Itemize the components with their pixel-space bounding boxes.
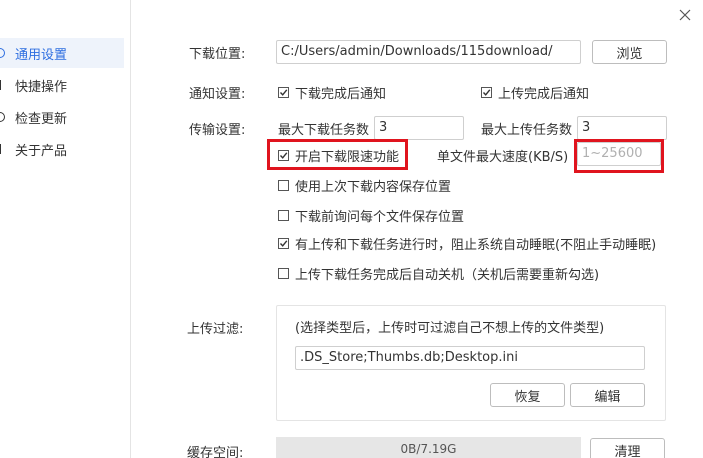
check-icon (279, 89, 288, 96)
auto-shutdown-option[interactable]: 上传下载任务完成后自动关机（关机后需要重新勾选) (278, 264, 599, 283)
upload-filter-label: 上传过滤: (187, 322, 244, 337)
sidebar-item-general[interactable]: 通用设置 (0, 38, 124, 68)
max-upload-label: 最大上传任务数 (481, 123, 573, 138)
max-download-field[interactable]: 3 (374, 116, 464, 140)
notification-label: 通知设置: (189, 87, 246, 102)
shortcuts-icon (0, 80, 5, 90)
sidebar-item-shortcuts[interactable]: 快捷操作 (0, 70, 124, 100)
cache-usage-bar: 0B/7.19G (276, 437, 581, 458)
check-icon (279, 240, 288, 247)
prevent-sleep-label: 有上传和下载任务进行时，阻止系统自动睡眠(不阻止手动睡眠) (295, 238, 657, 253)
transfer-label: 传输设置: (189, 123, 246, 138)
restore-button[interactable]: 恢复 (490, 383, 565, 407)
sidebar-item-label: 关于产品 (15, 143, 68, 159)
prevent-sleep-checkbox[interactable] (278, 238, 289, 249)
ask-each-location-option[interactable]: 下载前询问每个文件保存位置 (278, 206, 464, 225)
cache-label: 缓存空间: (187, 446, 244, 458)
sidebar: 通用设置 快捷操作 检查更新 关于产品 (0, 0, 131, 458)
sidebar-item-updates[interactable]: 检查更新 (0, 102, 124, 132)
ask-each-location-checkbox[interactable] (278, 210, 289, 221)
sidebar-item-label: 通用设置 (15, 47, 68, 63)
upload-done-notify-option[interactable]: 上传完成后通知 (481, 83, 589, 102)
max-download-label: 最大下载任务数 (278, 123, 370, 138)
settings-window: 通用设置 快捷操作 检查更新 关于产品 下载位置: C:/Users/admin… (0, 0, 703, 458)
upload-done-checkbox[interactable] (481, 87, 492, 98)
general-settings-icon (0, 48, 5, 58)
upload-filter-hint: (选择类型后，上传时可过滤自己不想上传的文件类型) (295, 321, 605, 336)
about-icon (0, 144, 5, 154)
speed-limit-highlight (267, 139, 408, 170)
check-icon (482, 89, 491, 96)
download-done-checkbox[interactable] (278, 87, 289, 98)
auto-shutdown-label: 上传下载任务完成后自动关机（关机后需要重新勾选) (295, 268, 600, 283)
edit-button[interactable]: 编辑 (570, 383, 645, 407)
max-speed-label: 单文件最大速度(KB/S) (437, 150, 569, 165)
download-done-label: 下载完成后通知 (295, 87, 387, 102)
sidebar-item-about[interactable]: 关于产品 (0, 134, 124, 164)
check-updates-icon (0, 112, 5, 122)
prevent-sleep-option[interactable]: 有上传和下载任务进行时，阻止系统自动睡眠(不阻止手动睡眠) (278, 234, 656, 253)
upload-filter-field[interactable]: .DS_Store;Thumbs.db;Desktop.ini (295, 346, 645, 370)
close-button[interactable] (677, 7, 693, 23)
cache-usage-text: 0B/7.19G (400, 442, 457, 456)
sidebar-item-label: 快捷操作 (15, 79, 68, 95)
upload-done-label: 上传完成后通知 (498, 87, 590, 102)
use-last-location-option[interactable]: 使用上次下载内容保存位置 (278, 176, 451, 195)
clear-cache-button[interactable]: 清理 (590, 438, 665, 458)
browse-button[interactable]: 浏览 (592, 40, 667, 64)
use-last-location-checkbox[interactable] (278, 180, 289, 191)
sidebar-item-label: 检查更新 (15, 111, 68, 127)
ask-each-location-label: 下载前询问每个文件保存位置 (295, 210, 465, 225)
max-upload-field[interactable]: 3 (577, 116, 667, 140)
close-icon (679, 9, 691, 21)
use-last-location-label: 使用上次下载内容保存位置 (295, 180, 452, 195)
auto-shutdown-checkbox[interactable] (278, 268, 289, 279)
download-done-notify-option[interactable]: 下载完成后通知 (278, 83, 386, 102)
download-path-field[interactable]: C:/Users/admin/Downloads/115download/ (276, 40, 581, 64)
download-location-label: 下载位置: (189, 47, 246, 62)
max-speed-highlight (574, 139, 664, 173)
